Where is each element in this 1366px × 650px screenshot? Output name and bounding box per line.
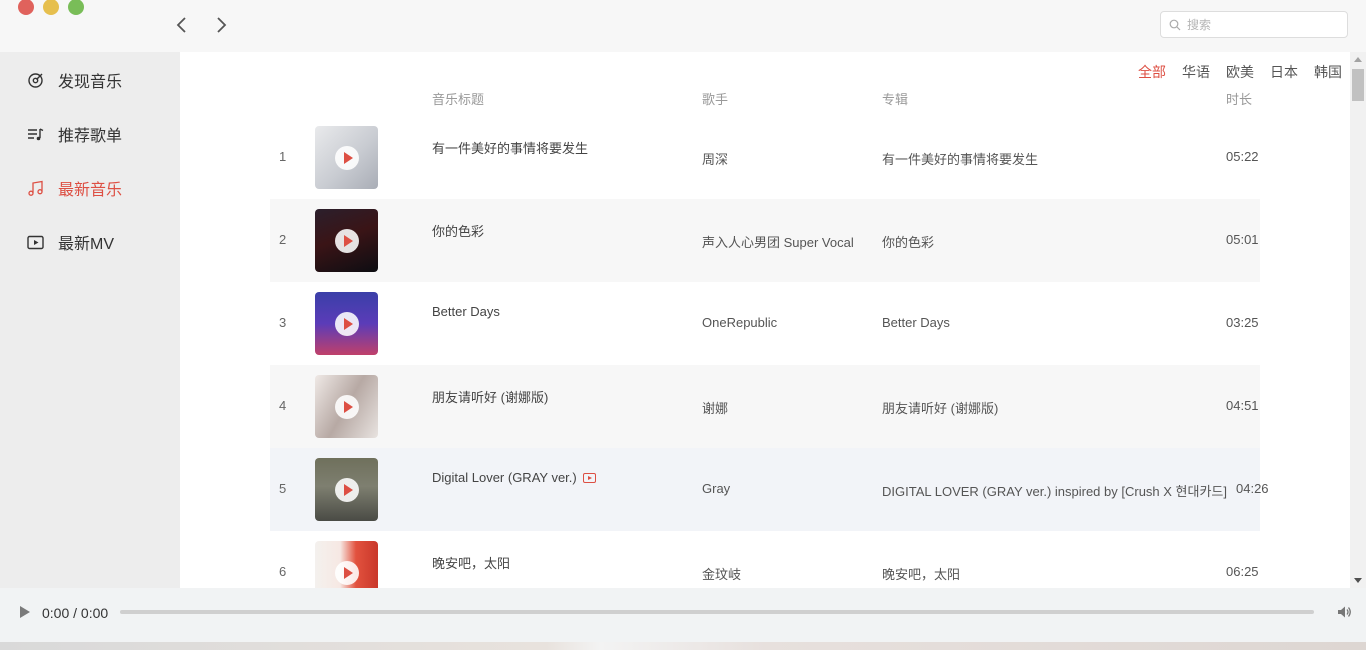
sidebar-item-label: 发现音乐: [58, 74, 123, 91]
song-album[interactable]: Better Days: [882, 315, 950, 330]
header-duration: 时长: [1226, 92, 1253, 107]
table-row[interactable]: 1 有一件美好的事情将要发生 周深 有一件美好的事情将要发生 05:22: [270, 116, 1260, 199]
song-album[interactable]: 有一件美好的事情将要发生: [882, 149, 1038, 168]
filter-japan[interactable]: 日本: [1270, 62, 1298, 82]
title-bar: [0, 0, 1366, 52]
table-row[interactable]: 2 你的色彩 声入人心男团 Super Vocal 你的色彩 05:01: [270, 199, 1260, 282]
album-cover[interactable]: [315, 126, 378, 189]
scrollbar-thumb[interactable]: [1352, 69, 1364, 101]
music-note-icon: [26, 179, 44, 197]
player-time: 0:00 / 0:00: [42, 605, 109, 621]
song-list: 1 有一件美好的事情将要发生 周深 有一件美好的事情将要发生 05:22 2 你…: [270, 116, 1269, 588]
play-icon[interactable]: [335, 478, 359, 502]
header-title: 音乐标题: [432, 92, 485, 107]
song-duration: 06:25: [1226, 564, 1259, 579]
song-title: 晚安吧，太阳: [432, 556, 511, 571]
scroll-up-icon[interactable]: [1354, 57, 1362, 62]
sidebar-item-label: 最新音乐: [58, 182, 123, 199]
filter-all[interactable]: 全部: [1138, 62, 1166, 82]
sidebar-item-playlists[interactable]: 推荐歌单: [26, 120, 122, 148]
chevron-left-icon: [176, 17, 186, 33]
sidebar-item-label: 推荐歌单: [58, 128, 123, 145]
search-input[interactable]: [1187, 17, 1337, 32]
window-close-button[interactable]: [18, 0, 34, 15]
album-cover[interactable]: [315, 209, 378, 272]
search-box[interactable]: [1160, 11, 1348, 38]
window-maximize-button[interactable]: [68, 0, 84, 15]
song-duration: 04:26: [1236, 481, 1269, 496]
table-row[interactable]: 6 晚安吧，太阳 金玟岐 晚安吧，太阳 06:25: [270, 531, 1260, 588]
scrollbar[interactable]: [1350, 52, 1366, 588]
table-row[interactable]: 3 Better Days OneRepublic Better Days 03…: [270, 282, 1260, 365]
filter-western[interactable]: 欧美: [1226, 62, 1254, 82]
song-artist[interactable]: Gray: [702, 481, 730, 496]
scroll-down-icon[interactable]: [1354, 578, 1362, 583]
sidebar: 发现音乐 推荐歌单 最新音乐 最新MV: [0, 52, 180, 588]
song-title: 有一件美好的事情将要发生: [432, 141, 589, 156]
play-button[interactable]: [20, 606, 30, 618]
filter-korea[interactable]: 韩国: [1314, 62, 1342, 82]
discover-icon: [26, 71, 44, 89]
sidebar-item-label: 最新MV: [58, 236, 115, 253]
row-index: 6: [279, 564, 287, 579]
progress-bar[interactable]: [120, 610, 1314, 614]
song-duration: 05:22: [1226, 149, 1259, 164]
song-title-text: Digital Lover (GRAY ver.): [432, 470, 577, 485]
chevron-right-icon: [217, 17, 227, 33]
back-button[interactable]: [171, 14, 191, 36]
song-artist[interactable]: 金玟岐: [702, 564, 741, 583]
album-cover[interactable]: [315, 292, 378, 355]
song-artist[interactable]: OneRepublic: [702, 315, 777, 330]
play-icon[interactable]: [335, 229, 359, 253]
album-cover[interactable]: [315, 541, 378, 588]
row-index: 1: [279, 149, 287, 164]
song-artist[interactable]: 周深: [702, 149, 728, 168]
audio-player: 0:00 / 0:00: [0, 588, 1366, 642]
new-music-panel: 全部 华语 欧美 日本 韩国 音乐标题 歌手 专辑 时长 1 有一件美好的事情将…: [180, 52, 1350, 588]
row-index: 2: [279, 232, 287, 247]
header-album: 专辑: [882, 92, 909, 107]
play-icon[interactable]: [335, 146, 359, 170]
region-filter: 全部 华语 欧美 日本 韩国: [1138, 62, 1342, 82]
window-minimize-button[interactable]: [43, 0, 59, 15]
song-title: 朋友请听好 (谢娜版): [432, 390, 549, 405]
filter-chinese[interactable]: 华语: [1182, 62, 1210, 82]
sidebar-item-discover[interactable]: 发现音乐: [26, 66, 122, 94]
volume-icon[interactable]: [1336, 604, 1352, 620]
song-title: Better Days: [432, 304, 500, 319]
album-cover[interactable]: [315, 375, 378, 438]
search-icon: [1169, 19, 1181, 30]
song-duration: 05:01: [1226, 232, 1259, 247]
sidebar-item-new-mv[interactable]: 最新MV: [26, 228, 114, 256]
song-duration: 04:51: [1226, 398, 1259, 413]
table-header: 音乐标题 歌手 专辑 时长: [180, 89, 1350, 107]
forward-button[interactable]: [212, 14, 232, 36]
song-title: 你的色彩: [432, 224, 485, 239]
row-index: 3: [279, 315, 287, 330]
song-album[interactable]: 朋友请听好 (谢娜版): [882, 398, 998, 417]
taskbar: [0, 642, 1366, 650]
album-cover[interactable]: [315, 458, 378, 521]
play-icon[interactable]: [335, 312, 359, 336]
sidebar-item-new-music[interactable]: 最新音乐: [26, 174, 122, 202]
row-index: 5: [279, 481, 287, 496]
song-album[interactable]: DIGITAL LOVER (GRAY ver.) inspired by [C…: [882, 481, 1227, 500]
play-icon[interactable]: [335, 561, 359, 585]
song-album[interactable]: 晚安吧，太阳: [882, 564, 960, 583]
table-row[interactable]: 5 Digital Lover (GRAY ver.) Gray DIGITAL…: [270, 448, 1269, 531]
table-row[interactable]: 4 朋友请听好 (谢娜版) 谢娜 朋友请听好 (谢娜版) 04:51: [270, 365, 1260, 448]
header-artist: 歌手: [702, 92, 729, 107]
mv-icon: [26, 233, 44, 251]
mv-badge-icon[interactable]: [582, 472, 596, 483]
song-title: Digital Lover (GRAY ver.): [432, 470, 596, 485]
row-index: 4: [279, 398, 287, 413]
song-artist[interactable]: 声入人心男团 Super Vocal: [702, 232, 854, 251]
playlist-icon: [26, 125, 44, 143]
play-icon[interactable]: [335, 395, 359, 419]
song-artist[interactable]: 谢娜: [702, 398, 728, 417]
song-duration: 03:25: [1226, 315, 1259, 330]
song-album[interactable]: 你的色彩: [882, 232, 934, 251]
